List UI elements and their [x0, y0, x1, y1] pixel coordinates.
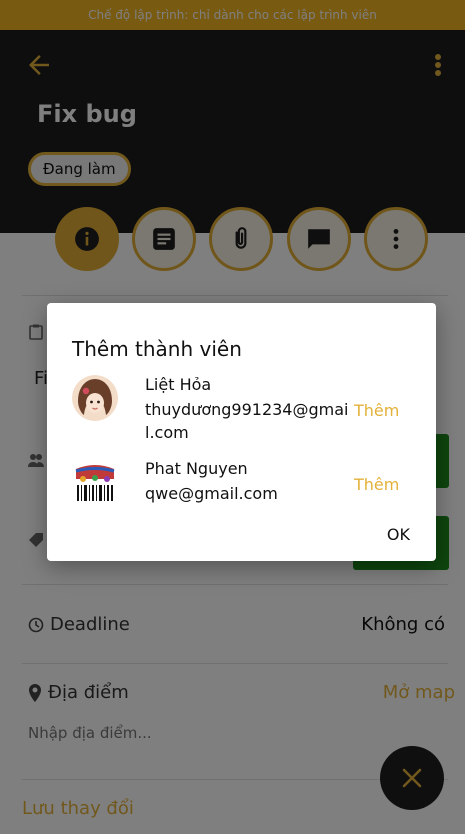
avatar [72, 459, 118, 505]
avatar-image [72, 375, 118, 421]
member-row: Phat Nguyen qwe@gmail.com Thêm [72, 459, 412, 509]
dialog-title: Thêm thành viên [72, 337, 242, 361]
member-name: Liệt Hỏa [145, 375, 212, 394]
member-name: Phat Nguyen [145, 459, 248, 478]
ok-button[interactable]: OK [387, 525, 410, 544]
avatar-image [72, 459, 118, 505]
avatar [72, 375, 118, 421]
member-email: qwe@gmail.com [145, 484, 278, 503]
add-member-dialog: Thêm thành viên Liệt Hỏa thuydương991234… [47, 303, 436, 561]
member-row: Liệt Hỏa thuydương991234@gmail.com Thêm [72, 375, 412, 447]
member-email: thuydương991234@gmail.com [145, 400, 349, 442]
add-member-button[interactable]: Thêm [354, 475, 399, 494]
add-member-button[interactable]: Thêm [354, 401, 399, 420]
